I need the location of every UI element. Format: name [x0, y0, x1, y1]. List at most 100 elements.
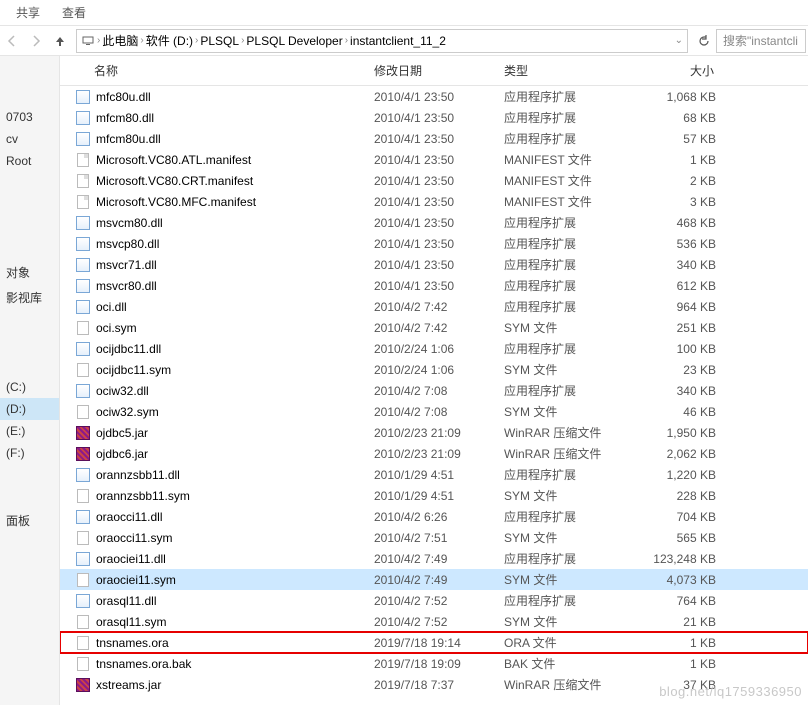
file-row[interactable]: ojdbc6.jar2010/2/23 21:09WinRAR 压缩文件2,06…: [60, 443, 808, 464]
sidebar-item[interactable]: (D:): [0, 398, 59, 420]
sidebar-item[interactable]: [0, 533, 59, 555]
sidebar-item[interactable]: [0, 486, 59, 508]
sidebar-item[interactable]: [0, 464, 59, 486]
file-row[interactable]: oci.dll2010/4/2 7:42应用程序扩展964 KB: [60, 296, 808, 317]
file-type: ORA 文件: [504, 634, 644, 651]
file-row[interactable]: xstreams.jar2019/7/18 7:37WinRAR 压缩文件37 …: [60, 674, 808, 695]
col-name[interactable]: 名称: [94, 62, 374, 79]
file-name: ojdbc5.jar: [96, 426, 374, 440]
dll-icon: [74, 299, 92, 315]
sidebar-item[interactable]: 0703: [0, 106, 59, 128]
nav-back-button[interactable]: [0, 29, 24, 53]
file-name: mfc80u.dll: [96, 90, 374, 104]
file-row[interactable]: oraociei11.sym2010/4/2 7:49SYM 文件4,073 K…: [60, 569, 808, 590]
sidebar-item[interactable]: [0, 62, 59, 84]
file-row[interactable]: ociw32.sym2010/4/2 7:08SYM 文件46 KB: [60, 401, 808, 422]
dll-icon: [74, 383, 92, 399]
search-input[interactable]: 搜索"instantcli: [716, 29, 806, 53]
file-row[interactable]: orannzsbb11.dll2010/1/29 4:51应用程序扩展1,220…: [60, 464, 808, 485]
sidebar-item[interactable]: [0, 216, 59, 238]
dll-icon: [74, 467, 92, 483]
file-row[interactable]: ocijdbc11.dll2010/2/24 1:06应用程序扩展100 KB: [60, 338, 808, 359]
file-row[interactable]: msvcp80.dll2010/4/1 23:50应用程序扩展536 KB: [60, 233, 808, 254]
ribbon-tabs: 共享 查看: [0, 0, 808, 26]
sidebar-item[interactable]: [0, 310, 59, 332]
file-row[interactable]: msvcr71.dll2010/4/1 23:50应用程序扩展340 KB: [60, 254, 808, 275]
file-name: oraocci11.dll: [96, 510, 374, 524]
file-content: 名称 修改日期 类型 大小 mfc80u.dll2010/4/1 23:50应用…: [60, 56, 808, 705]
file-row[interactable]: orasql11.dll2010/4/2 7:52应用程序扩展764 KB: [60, 590, 808, 611]
file-row[interactable]: ocijdbc11.sym2010/2/24 1:06SYM 文件23 KB: [60, 359, 808, 380]
file-row[interactable]: ojdbc5.jar2010/2/23 21:09WinRAR 压缩文件1,95…: [60, 422, 808, 443]
file-row[interactable]: ociw32.dll2010/4/2 7:08应用程序扩展340 KB: [60, 380, 808, 401]
file-date: 2010/4/2 7:51: [374, 531, 504, 545]
file-size: 2,062 KB: [644, 447, 734, 461]
col-size[interactable]: 大小: [644, 62, 734, 79]
file-type: 应用程序扩展: [504, 466, 644, 483]
sidebar-item[interactable]: 面板: [0, 508, 59, 533]
file-row[interactable]: oci.sym2010/4/2 7:42SYM 文件251 KB: [60, 317, 808, 338]
file-date: 2010/4/1 23:50: [374, 195, 504, 209]
file-row[interactable]: msvcr80.dll2010/4/1 23:50应用程序扩展612 KB: [60, 275, 808, 296]
file-row[interactable]: Microsoft.VC80.ATL.manifest2010/4/1 23:5…: [60, 149, 808, 170]
crumb-item[interactable]: PLSQL Developer: [246, 34, 342, 48]
sidebar-item[interactable]: (E:): [0, 420, 59, 442]
sidebar-item[interactable]: (F:): [0, 442, 59, 464]
file-date: 2010/2/24 1:06: [374, 363, 504, 377]
sidebar-item[interactable]: Root: [0, 150, 59, 172]
file-row[interactable]: Microsoft.VC80.CRT.manifest2010/4/1 23:5…: [60, 170, 808, 191]
file-row[interactable]: oraocci11.sym2010/4/2 7:51SYM 文件565 KB: [60, 527, 808, 548]
nav-up-button[interactable]: [48, 29, 72, 53]
file-row[interactable]: mfc80u.dll2010/4/1 23:50应用程序扩展1,068 KB: [60, 86, 808, 107]
sidebar-item[interactable]: [0, 84, 59, 106]
file-row[interactable]: tnsnames.ora2019/7/18 19:14ORA 文件1 KB: [60, 632, 808, 653]
file-size: 1 KB: [644, 153, 734, 167]
file-date: 2019/7/18 7:37: [374, 678, 504, 692]
sidebar-item[interactable]: [0, 354, 59, 376]
col-type[interactable]: 类型: [504, 62, 644, 79]
refresh-button[interactable]: [692, 29, 716, 53]
sidebar-item[interactable]: [0, 194, 59, 216]
crumb-pc[interactable]: [81, 34, 95, 48]
file-date: 2010/4/1 23:50: [374, 90, 504, 104]
crumb-item[interactable]: 此电脑: [102, 32, 138, 49]
crumb-item[interactable]: PLSQL: [200, 34, 239, 48]
file-size: 228 KB: [644, 489, 734, 503]
col-date[interactable]: 修改日期: [374, 62, 504, 79]
file-name: oraociei11.dll: [96, 552, 374, 566]
file-size: 68 KB: [644, 111, 734, 125]
file-row[interactable]: oraociei11.dll2010/4/2 7:49应用程序扩展123,248…: [60, 548, 808, 569]
nav-forward-button[interactable]: [24, 29, 48, 53]
file-type: 应用程序扩展: [504, 130, 644, 147]
sidebar-item[interactable]: 影视库: [0, 285, 59, 310]
breadcrumb[interactable]: › 此电脑 › 软件 (D:) › PLSQL › PLSQL Develope…: [76, 29, 688, 53]
dll-icon: [74, 509, 92, 525]
sidebar-item[interactable]: [0, 238, 59, 260]
file-row[interactable]: mfcm80.dll2010/4/1 23:50应用程序扩展68 KB: [60, 107, 808, 128]
file-name: msvcr71.dll: [96, 258, 374, 272]
crumb-item[interactable]: 软件 (D:): [146, 32, 193, 49]
crumb-item[interactable]: instantclient_11_2: [350, 34, 446, 48]
file-row[interactable]: orasql11.sym2010/4/2 7:52SYM 文件21 KB: [60, 611, 808, 632]
sidebar-item[interactable]: cv: [0, 128, 59, 150]
sidebar-item[interactable]: [0, 332, 59, 354]
sidebar-item[interactable]: 对象: [0, 260, 59, 285]
tab-view[interactable]: 查看: [56, 2, 92, 23]
file-size: 1,950 KB: [644, 426, 734, 440]
file-name: Microsoft.VC80.MFC.manifest: [96, 195, 374, 209]
file-row[interactable]: tnsnames.ora.bak2019/7/18 19:09BAK 文件1 K…: [60, 653, 808, 674]
txt-icon: [74, 320, 92, 336]
file-row[interactable]: orannzsbb11.sym2010/1/29 4:51SYM 文件228 K…: [60, 485, 808, 506]
file-row[interactable]: Microsoft.VC80.MFC.manifest2010/4/1 23:5…: [60, 191, 808, 212]
file-row[interactable]: mfcm80u.dll2010/4/1 23:50应用程序扩展57 KB: [60, 128, 808, 149]
file-list[interactable]: mfc80u.dll2010/4/1 23:50应用程序扩展1,068 KBmf…: [60, 86, 808, 705]
txt-icon: [74, 614, 92, 630]
sidebar-item[interactable]: (C:): [0, 376, 59, 398]
file-type: WinRAR 压缩文件: [504, 445, 644, 462]
file-row[interactable]: oraocci11.dll2010/4/2 6:26应用程序扩展704 KB: [60, 506, 808, 527]
chevron-down-icon[interactable]: ⌄: [675, 35, 683, 46]
tab-share[interactable]: 共享: [10, 2, 46, 23]
file-row[interactable]: msvcm80.dll2010/4/1 23:50应用程序扩展468 KB: [60, 212, 808, 233]
dll-icon: [74, 278, 92, 294]
sidebar-item[interactable]: [0, 172, 59, 194]
